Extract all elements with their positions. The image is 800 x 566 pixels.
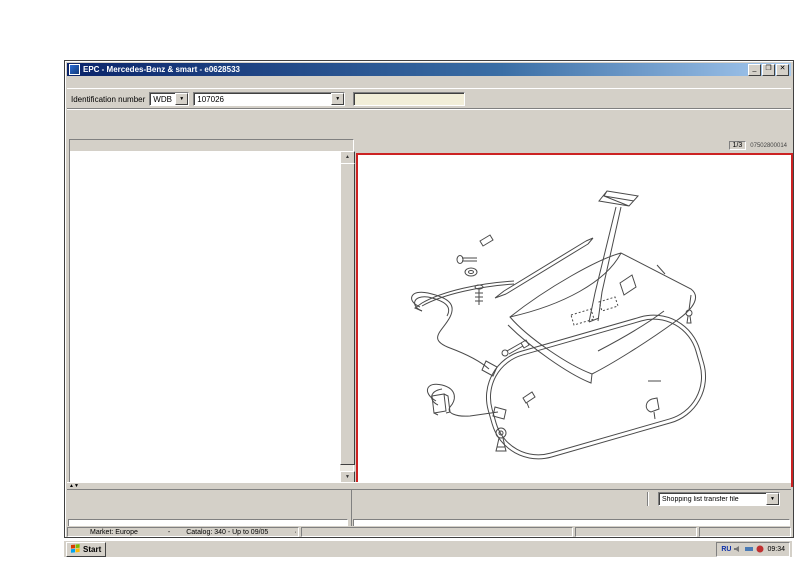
parts-panel: ▲ ▼ [67, 121, 356, 488]
restore-button[interactable]: ❐ [762, 64, 775, 76]
status-cell [699, 527, 791, 537]
parts-table-body [70, 151, 340, 485]
figure-number: 07502800014 [750, 143, 787, 149]
network-icon[interactable] [745, 545, 753, 553]
page-indicator: 1/3 [729, 141, 747, 150]
parts-table-header [70, 140, 353, 151]
status-bar: Market: Europe - Catalog: 340 - Up to 09… [67, 526, 791, 537]
epc-window: EPC - Mercedes-Benz & smart - e0628533 _… [64, 60, 794, 538]
parts-toolbar [67, 121, 356, 139]
app-icon [69, 64, 80, 75]
transfer-file-combo[interactable]: Shopping list transfer file ▼ [658, 492, 780, 506]
shopping-items-toolbar: Shopping list transfer file ▼ [352, 490, 791, 508]
identification-bar: Identification number WDB ▼ 107026 ▼ [67, 88, 791, 109]
shopping-list-left [67, 490, 349, 527]
minimize-button[interactable]: _ [748, 64, 761, 76]
vin-type-combo[interactable]: WDB ▼ [149, 92, 189, 106]
identification-label: Identification number [71, 95, 145, 104]
identification-readonly-field [353, 92, 465, 106]
system-tray: RU 09:34 [716, 542, 790, 557]
shopping-list-columns [67, 508, 349, 519]
chevron-down-icon[interactable]: ▼ [766, 493, 779, 505]
shopping-list-toolbar [67, 490, 349, 508]
main-area: ▲ ▼ 1/3 07502800014 [67, 121, 791, 488]
vertical-scrollbar[interactable]: ▲ ▼ [340, 151, 353, 485]
exploded-diagram [358, 155, 791, 485]
menu-bar [67, 76, 791, 88]
close-button[interactable]: ✕ [776, 64, 789, 76]
drawing-toolbar [356, 121, 791, 139]
parts-table: ▲ ▼ [69, 139, 354, 486]
status-market: Market: Europe [90, 529, 138, 536]
status-cell [575, 527, 697, 537]
title-bar: EPC - Mercedes-Benz & smart - e0628533 _… [67, 63, 791, 76]
identification-input[interactable]: 107026 ▼ [193, 92, 345, 106]
clock: 09:34 [767, 546, 785, 553]
drawing-panel: 1/3 07502800014 [356, 121, 791, 488]
diagram-canvas[interactable] [356, 153, 793, 487]
toolbar-separator [647, 492, 649, 506]
shopping-items-right: Shopping list transfer file ▼ [351, 490, 791, 527]
taskbar: Start RU 09:34 [64, 540, 792, 557]
shopping-list-panel: Shopping list transfer file ▼ [67, 489, 791, 527]
filter-bar [67, 108, 791, 122]
windows-logo-icon [71, 544, 81, 554]
scrollbar-thumb[interactable] [340, 163, 355, 465]
chevron-down-icon[interactable]: ▼ [175, 93, 188, 105]
status-separator: - [168, 529, 170, 536]
chevron-down-icon[interactable]: ▼ [331, 93, 344, 105]
volume-icon[interactable] [734, 545, 742, 553]
antivirus-icon[interactable] [756, 545, 764, 553]
shopping-items-columns [352, 508, 791, 519]
page-navigation: 1/3 07502800014 [356, 139, 791, 152]
start-button[interactable]: Start [66, 542, 106, 557]
status-catalog: Catalog: 340 - Up to 09/05 [186, 529, 268, 536]
window-title: EPC - Mercedes-Benz & smart - e0628533 [83, 65, 747, 74]
status-cell [301, 527, 573, 537]
status-dot: · [294, 529, 296, 536]
language-indicator[interactable]: RU [721, 546, 731, 553]
